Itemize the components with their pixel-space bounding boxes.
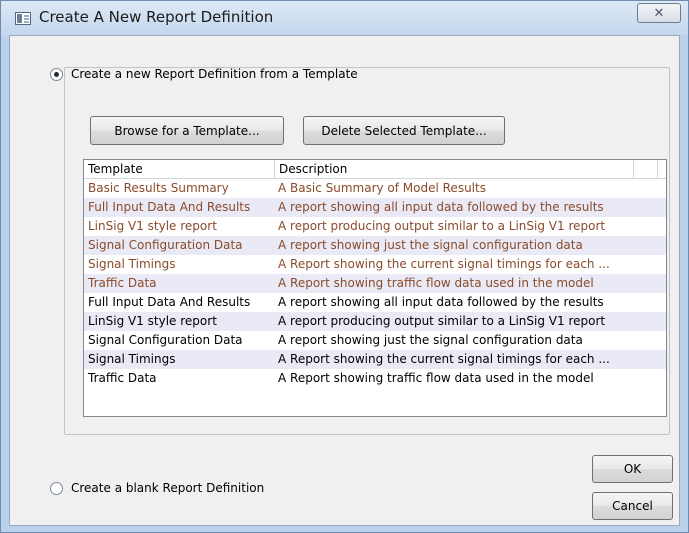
template-description-cell: A Report showing the current signal timi… xyxy=(278,352,610,366)
column-header-template[interactable]: Template xyxy=(84,160,275,179)
template-description-cell: A report showing all input data followed… xyxy=(278,200,604,214)
template-radio[interactable] xyxy=(50,67,63,81)
blank-option-label: Create a blank Report Definition xyxy=(71,481,265,495)
template-description-cell: A report showing just the signal configu… xyxy=(278,333,583,347)
template-description-cell: A report showing just the signal configu… xyxy=(278,238,583,252)
browse-template-button[interactable]: Browse for a Template... xyxy=(90,116,284,145)
table-row[interactable]: Signal Timings A Report showing the curre… xyxy=(84,350,666,369)
table-row[interactable]: Signal Configuration Data A report showin… xyxy=(84,236,666,255)
dialog-window: Create A New Report Definition ✕ Create … xyxy=(0,0,689,533)
template-name-cell: Signal Timings xyxy=(88,257,176,271)
table-row[interactable]: Traffic Data A Report showing traffic flo… xyxy=(84,369,666,388)
template-description-cell: A report showing all input data followed… xyxy=(278,295,604,309)
template-list[interactable]: Template Description Basic Results Summa… xyxy=(83,159,667,417)
template-description-cell: A Report showing traffic flow data used … xyxy=(278,276,594,290)
template-name-cell: Signal Configuration Data xyxy=(88,238,243,252)
table-row[interactable]: Basic Results Summary A Basic Summary of … xyxy=(84,179,666,198)
ok-button[interactable]: OK xyxy=(592,455,673,483)
template-name-cell: LinSig V1 style report xyxy=(88,219,217,233)
table-row[interactable]: Signal Timings A Report showing the curre… xyxy=(84,255,666,274)
template-name-cell: Full Input Data And Results xyxy=(88,295,251,309)
template-description-cell: A Report showing traffic flow data used … xyxy=(278,371,594,385)
title-bar[interactable]: Create A New Report Definition ✕ xyxy=(1,1,688,35)
column-header-filler xyxy=(634,160,658,179)
table-row[interactable]: Full Input Data And Results A report show… xyxy=(84,293,666,312)
close-button[interactable]: ✕ xyxy=(637,3,681,23)
template-name-cell: Basic Results Summary xyxy=(88,181,229,195)
list-header: Template Description xyxy=(84,160,666,179)
table-row[interactable]: Full Input Data And Results A report show… xyxy=(84,198,666,217)
table-row[interactable]: LinSig V1 style report A report producing… xyxy=(84,217,666,236)
template-description-cell: A report producing output similar to a L… xyxy=(278,219,606,233)
template-name-cell: Traffic Data xyxy=(88,276,157,290)
app-icon xyxy=(15,12,31,25)
blank-radio[interactable] xyxy=(50,481,63,495)
delete-template-button[interactable]: Delete Selected Template... xyxy=(303,116,505,145)
template-name-cell: Traffic Data xyxy=(88,371,157,385)
template-description-cell: A Report showing the current signal timi… xyxy=(278,257,610,271)
list-rows: Basic Results Summary A Basic Summary of … xyxy=(84,179,666,388)
blank-option[interactable]: Create a blank Report Definition xyxy=(50,481,264,495)
table-row[interactable]: Traffic Data A Report showing traffic flo… xyxy=(84,274,666,293)
template-name-cell: Signal Configuration Data xyxy=(88,333,243,347)
template-name-cell: LinSig V1 style report xyxy=(88,314,217,328)
table-row[interactable]: LinSig V1 style report A report producing… xyxy=(84,312,666,331)
window-title: Create A New Report Definition xyxy=(39,8,274,26)
cancel-button[interactable]: Cancel xyxy=(592,492,673,520)
template-description-cell: A report producing output similar to a L… xyxy=(278,314,606,328)
template-description-cell: A Basic Summary of Model Results xyxy=(278,181,486,195)
close-icon: ✕ xyxy=(653,5,665,21)
template-name-cell: Signal Timings xyxy=(88,352,176,366)
table-row[interactable]: Signal Configuration Data A report showin… xyxy=(84,331,666,350)
template-name-cell: Full Input Data And Results xyxy=(88,200,251,214)
column-header-description[interactable]: Description xyxy=(275,160,634,179)
